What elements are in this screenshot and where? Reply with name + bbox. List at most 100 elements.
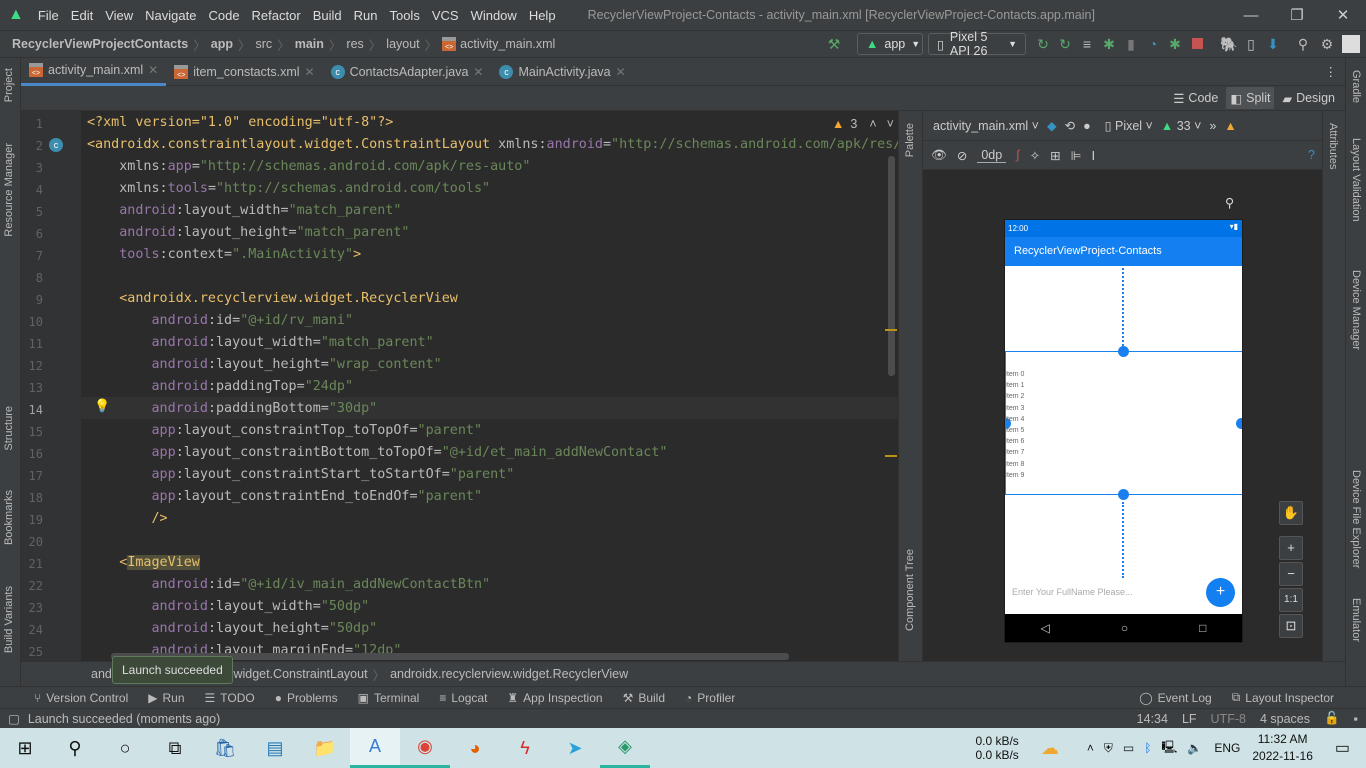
code-editor[interactable]: 1 2 3 4 5 6 7 8 9 10 11 12 13 14 15 16 17 18 19 20 21 22 23 24 2… [21,111,898,661]
notifications-icon[interactable]: ▪ [1354,712,1358,726]
tool-layout-validation[interactable]: Layout Validation [1350,138,1362,222]
sync-gradle-icon[interactable]: 🐘 [1220,36,1238,53]
more-toolbar-icon[interactable]: » [1209,119,1216,133]
infer-constraints-icon[interactable]: ✧ [1030,148,1040,163]
tool-problems[interactable]: ● Problems [275,691,338,705]
lock-icon[interactable]: 🔓 [1324,711,1340,726]
apply-changes-restart-icon[interactable]: ↻ [1034,36,1052,53]
line-separator[interactable]: LF [1182,712,1197,726]
minimize-button[interactable]: — [1228,7,1274,24]
view-options-icon[interactable]: 👁 [931,148,947,163]
align-icon[interactable]: ⊫ [1071,148,1082,163]
avatar[interactable] [1342,35,1360,53]
tool-bookmarks[interactable]: Bookmarks [3,490,15,545]
flash-icon[interactable]: ϟ [500,728,550,768]
attach-debugger-process-icon[interactable]: ✱ [1166,36,1184,53]
breadcrumb-app[interactable]: app [211,37,233,51]
preview-name-input[interactable]: Enter Your FullName Please... [1012,587,1133,597]
menu-vcs[interactable]: VCS [432,8,459,23]
menu-build[interactable]: Build [313,8,342,23]
constraint-anchor-top[interactable] [1118,346,1129,357]
tool-layout-inspector[interactable]: ⧉ Layout Inspector [1232,690,1334,705]
tool-profiler[interactable]: ◔ Profiler [685,691,735,705]
menu-window[interactable]: Window [471,8,517,23]
volume-icon[interactable]: 🔈 [1187,741,1202,755]
attach-debugger-icon[interactable]: ▮ [1122,36,1140,53]
tool-structure[interactable]: Structure [3,406,15,451]
tool-build-variants[interactable]: Build Variants [3,586,15,653]
apply-code-changes-icon[interactable]: ↻ [1056,36,1074,53]
status-message[interactable]: Launch succeeded (moments ago) [28,712,220,726]
guidelines-icon[interactable]: Ⅰ [1092,148,1096,163]
control-panel-icon[interactable]: ▤ [250,728,300,768]
tool-project[interactable]: Project [3,68,15,102]
tool-emulator[interactable]: Emulator [1350,598,1362,642]
xml-breadcrumb-recyclerview[interactable]: androidx.recyclerview.widget.RecyclerVie… [390,667,628,681]
mode-code-button[interactable]: ☰ Code [1169,87,1222,109]
tab-main-activity-java[interactable]: c MainActivity.java ✕ [491,58,633,86]
tab-contacts-adapter-java[interactable]: c ContactsAdapter.java ✕ [323,58,492,86]
file-explorer-icon[interactable]: 📁 [300,728,350,768]
api-level-dropdown[interactable]: ▲ 33 ˅ [1161,119,1202,133]
tool-palette[interactable]: Palette [904,123,916,157]
search-icon[interactable]: ⚲ [50,728,100,768]
device-manager-icon[interactable]: ▯ [1242,36,1260,53]
telegram-icon[interactable]: ➤ [550,728,600,768]
lightbulb-icon[interactable]: 💡 [94,398,110,414]
app-icon[interactable]: ◈ [600,728,650,768]
battery-icon[interactable]: ▭ [1123,741,1134,755]
close-icon[interactable]: ✕ [305,65,315,79]
layout-file-dropdown[interactable]: activity_main.xml ˅ [933,119,1039,133]
menu-refactor[interactable]: Refactor [252,8,301,23]
close-icon[interactable]: ✕ [616,65,626,79]
language-indicator[interactable]: ENG [1214,741,1240,755]
menu-code[interactable]: Code [208,8,239,23]
breadcrumb-file[interactable]: activity_main.xml [460,37,555,51]
breadcrumb-project[interactable]: RecyclerViewProjectContacts [12,37,188,51]
next-highlight-icon[interactable]: ˅ [887,117,894,131]
menu-help[interactable]: Help [529,8,556,23]
chrome-icon[interactable]: ◉ [400,728,450,768]
warning-icon[interactable]: ▲ [1224,119,1236,133]
zoom-in-button[interactable]: + [1279,536,1303,560]
breadcrumb-src[interactable]: src [256,37,273,51]
menu-tools[interactable]: Tools [389,8,419,23]
phone-preview[interactable]: 12:00 ▾▮ RecyclerViewProject-Contacts Ite… [1005,220,1242,642]
design-surface-icon[interactable]: ◆ [1047,118,1057,133]
action-center-icon[interactable]: ▭ [1335,738,1350,758]
default-margin-dropdown[interactable]: 0dp [977,148,1007,163]
close-window-button[interactable]: ✕ [1320,6,1366,24]
stop-icon[interactable] [1188,36,1206,52]
tool-attributes[interactable]: Attributes [1327,123,1339,169]
help-icon[interactable]: ? [1308,148,1315,162]
device-dropdown-preview[interactable]: ▯ Pixel ˅ [1105,118,1153,133]
tool-run[interactable]: ▶ Run [148,691,184,705]
gear-icon[interactable]: ⚙ [1318,36,1336,53]
cortana-icon[interactable]: ○ [100,728,150,768]
tool-device-file-explorer[interactable]: Device File Explorer [1350,470,1362,568]
clear-constraints-icon[interactable]: ∫ [1016,148,1019,162]
pack-icon[interactable]: ⊞ [1050,148,1060,163]
status-panel-icon[interactable]: ▢ [8,711,20,726]
class-gutter-icon[interactable]: c [49,138,63,152]
more-options-icon[interactable]: ⋮ [1325,64,1338,79]
firefox-icon[interactable]: ◕ [450,728,500,768]
device-dropdown[interactable]: ▯ Pixel 5 API 26 ▼ [928,30,1026,58]
tool-logcat[interactable]: ≡ Logcat [439,691,487,705]
prev-highlight-icon[interactable]: ˄ [869,117,876,131]
night-mode-icon[interactable]: ● [1083,119,1091,133]
menu-run[interactable]: Run [354,8,378,23]
close-icon[interactable]: ✕ [473,65,483,79]
zoom-out-button[interactable]: − [1279,562,1303,586]
mode-split-button[interactable]: ◧ Split [1226,87,1275,109]
preview-add-button[interactable]: + [1206,578,1235,607]
tray-chevron-icon[interactable]: ˄ [1087,741,1094,755]
debug-icon[interactable]: ✱ [1100,36,1118,53]
menu-file[interactable]: File [38,8,59,23]
tool-todo[interactable]: ☰ TODO [205,691,255,705]
zoom-fit-button[interactable]: ⊡ [1279,614,1303,638]
search-icon[interactable]: ⚲ [1294,36,1312,53]
mode-design-button[interactable]: ▰ Design [1278,87,1339,109]
clock[interactable]: 11:32 AM 2022-11-16 [1252,731,1313,765]
tab-item-constacts-xml[interactable]: <> item_constacts.xml ✕ [166,58,322,86]
